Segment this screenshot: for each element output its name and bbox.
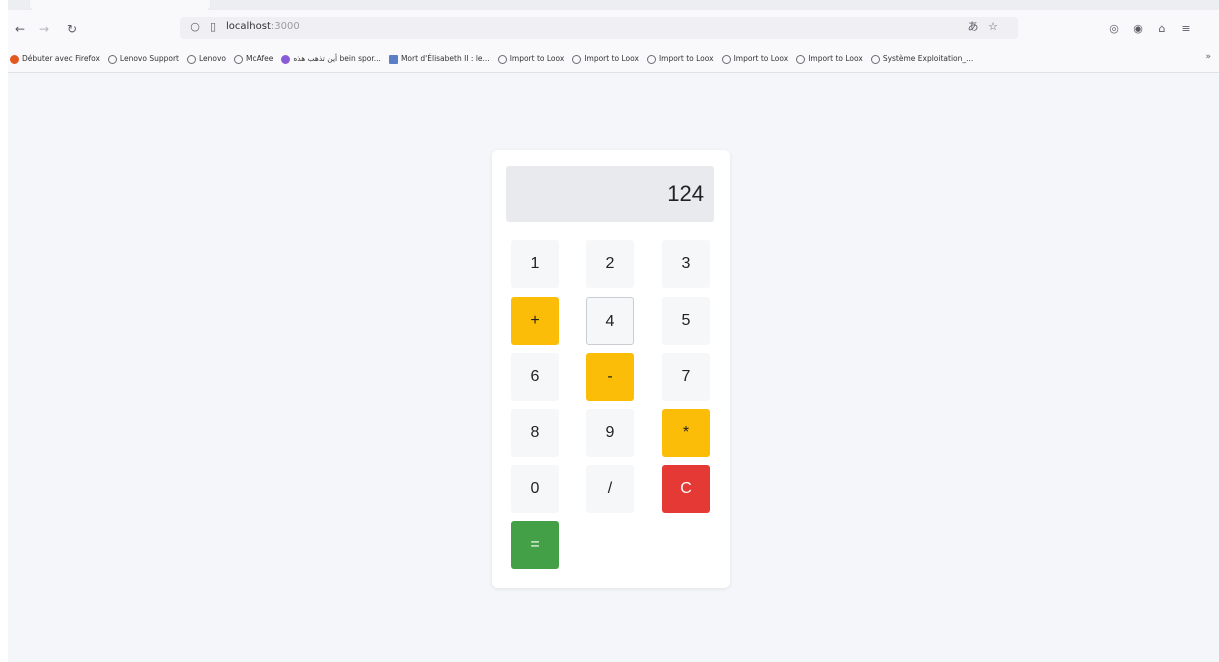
bookmark-label: Import to Loox	[808, 54, 863, 63]
globe-icon	[234, 54, 243, 64]
bookmark-item[interactable]: Import to Loox	[572, 53, 639, 65]
pocket-icon[interactable]: ◎	[1106, 21, 1122, 37]
doc-icon	[388, 54, 398, 64]
equals-button[interactable]: =	[511, 521, 559, 569]
key-8-button[interactable]: 8	[511, 409, 559, 457]
bookmark-item[interactable]: Système Exploitation_...	[870, 53, 974, 65]
bookmark-item[interactable]: Import to Loox	[721, 53, 789, 65]
globe-icon	[721, 54, 731, 64]
globe-icon	[572, 54, 582, 64]
key-2-button[interactable]: 2	[586, 240, 634, 288]
bookmark-item[interactable]: McAfee	[234, 53, 273, 65]
tracking-shield-icon[interactable]: ○	[188, 20, 202, 34]
forward-icon[interactable]: →	[36, 21, 52, 37]
reload-icon[interactable]: ↻	[64, 21, 80, 37]
globe-icon	[107, 54, 117, 64]
bookmark-label: McAfee	[246, 54, 274, 63]
extensions-icon[interactable]: ⌂	[1154, 21, 1170, 37]
bookmark-star-icon[interactable]: ☆	[986, 20, 1000, 34]
bookmark-item[interactable]: Lenovo	[186, 53, 226, 65]
bookmarks-overflow-icon[interactable]: »	[1205, 52, 1211, 62]
bookmark-label: Mort d'Élisabeth II : le...	[400, 54, 490, 63]
bookmark-item[interactable]: Import to Loox	[646, 53, 714, 65]
menu-icon[interactable]: ≡	[1178, 21, 1194, 37]
bookmarks-toolbar: Débuter avec Firefox Lenovo Support Leno…	[8, 46, 1219, 73]
key-7-button[interactable]: 7	[662, 353, 710, 401]
bookmark-item[interactable]: Import to Loox	[497, 53, 565, 65]
calculator: 124 1 2 3 + 4 5 6 - 7 8 9 * 0 / C =	[492, 150, 730, 588]
purple-icon	[281, 54, 291, 64]
globe-icon	[796, 54, 806, 64]
key-4-button[interactable]: 4	[586, 297, 634, 345]
bookmark-label: Import to Loox	[509, 54, 565, 63]
bookmark-label: Lenovo Support	[119, 54, 179, 63]
plus-button[interactable]: +	[511, 297, 559, 345]
bookmark-label: Système Exploitation_...	[882, 54, 974, 63]
url-text[interactable]: localhost:3000	[226, 20, 300, 34]
globe-icon	[186, 54, 196, 64]
globe-icon	[870, 54, 880, 64]
key-9-button[interactable]: 9	[586, 409, 634, 457]
key-0-button[interactable]: 0	[511, 465, 559, 513]
browser-window: ← → ↻ ○ ▯ localhost:3000 あ ☆ ◎ ◉ ⌂ ≡ Déb…	[8, 0, 1219, 662]
globe-icon	[646, 54, 656, 64]
bookmark-label: أين تذهب هذه bein spor...	[293, 54, 381, 63]
url-port: :3000	[270, 21, 300, 32]
key-3-button[interactable]: 3	[662, 240, 710, 288]
translate-icon[interactable]: あ	[966, 20, 980, 34]
back-icon[interactable]: ←	[12, 21, 28, 37]
bookmark-item[interactable]: Débuter avec Firefox	[10, 53, 100, 65]
clear-button[interactable]: C	[662, 465, 710, 513]
bookmark-label: Lenovo	[198, 54, 226, 63]
bookmark-label: Débuter avec Firefox	[22, 54, 100, 63]
page-icon[interactable]: ▯	[206, 20, 220, 34]
bookmark-item[interactable]: أين تذهب هذه bein spor...	[281, 53, 381, 65]
key-5-button[interactable]: 5	[662, 297, 710, 345]
tab-strip	[8, 0, 1219, 10]
bookmark-item[interactable]: Import to Loox	[796, 53, 863, 65]
bookmark-label: Import to Loox	[584, 54, 639, 63]
bookmark-label: Import to Loox	[658, 54, 714, 63]
browser-toolbar: ← → ↻ ○ ▯ localhost:3000 あ ☆ ◎ ◉ ⌂ ≡	[8, 10, 1219, 46]
key-6-button[interactable]: 6	[511, 353, 559, 401]
bookmark-item[interactable]: Mort d'Élisabeth II : le...	[388, 53, 490, 65]
active-tab[interactable]	[30, 0, 210, 10]
account-icon[interactable]: ◉	[1130, 21, 1146, 37]
calculator-display: 124	[506, 166, 714, 222]
multiply-button[interactable]: *	[662, 409, 710, 457]
url-bar[interactable]: ○ ▯ localhost:3000 あ ☆	[180, 17, 1018, 39]
url-host: localhost	[226, 21, 271, 32]
firefox-icon	[10, 54, 19, 64]
minus-button[interactable]: -	[586, 353, 634, 401]
globe-icon	[497, 54, 507, 64]
bookmark-label: Import to Loox	[733, 54, 789, 63]
key-1-button[interactable]: 1	[511, 240, 559, 288]
divide-button[interactable]: /	[586, 465, 634, 513]
bookmark-item[interactable]: Lenovo Support	[107, 53, 179, 65]
